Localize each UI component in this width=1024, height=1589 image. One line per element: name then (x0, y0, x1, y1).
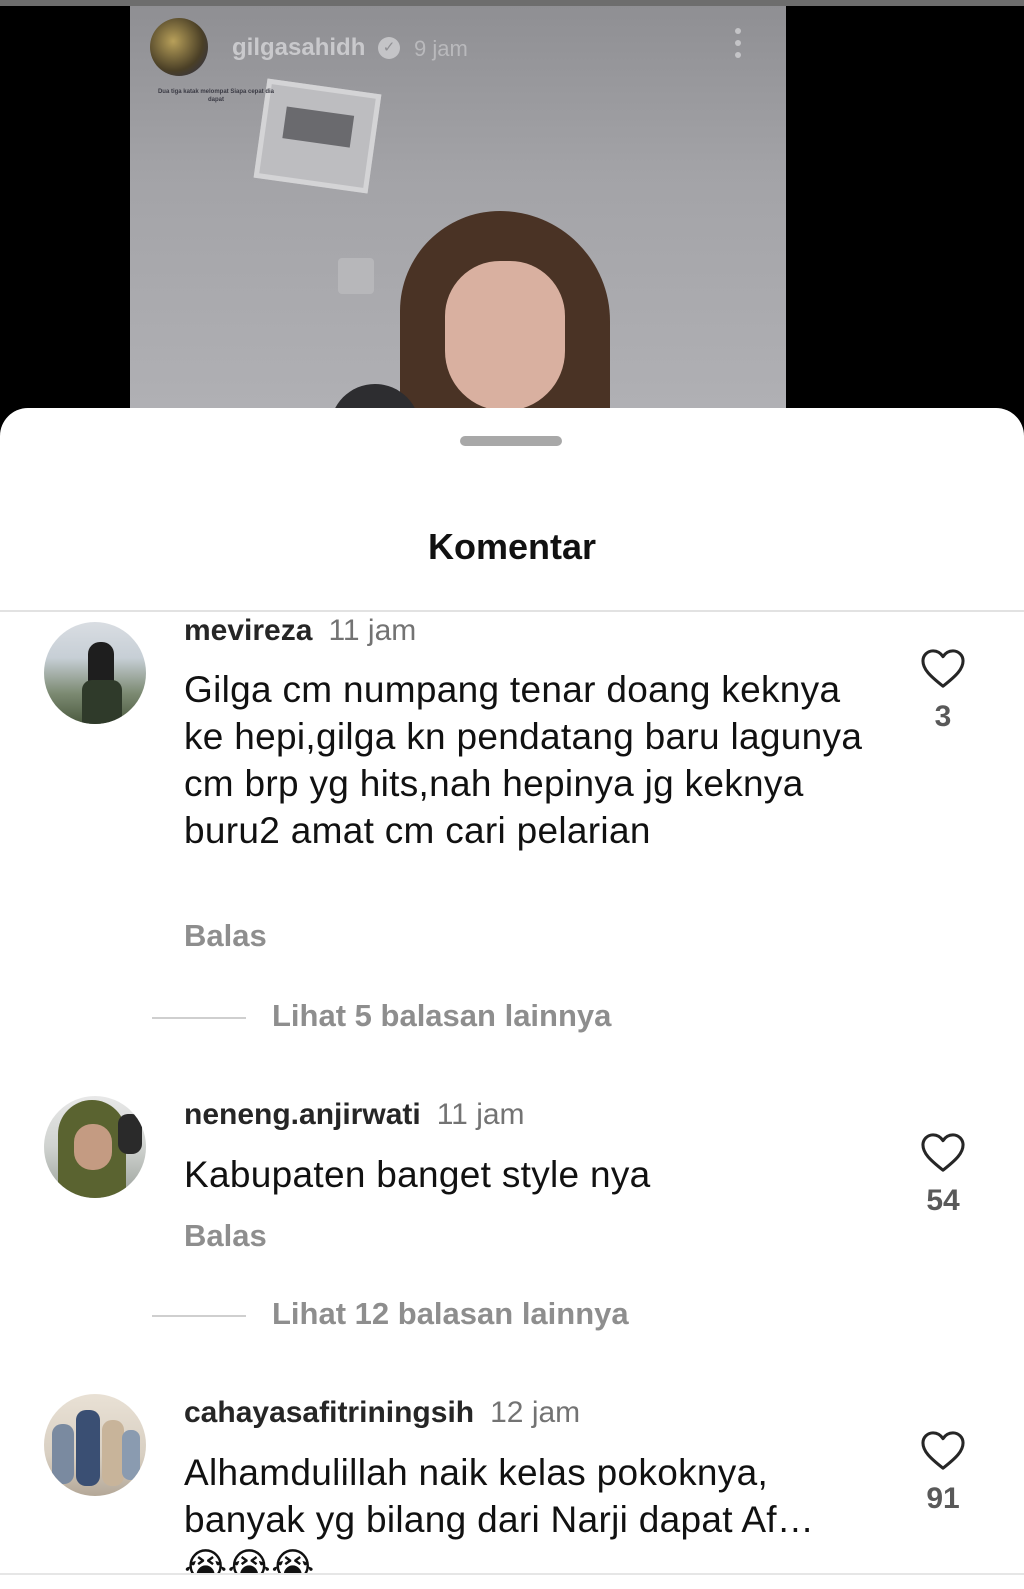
comment-username[interactable]: neneng.anjirwati (184, 1098, 421, 1131)
commenter-avatar[interactable] (44, 622, 146, 724)
commenter-avatar[interactable] (44, 1096, 146, 1198)
story-wall-socket (338, 258, 374, 294)
story-preview[interactable]: gilgasahidh ✓ 9 jam Dua tiga katak melom… (130, 6, 786, 426)
story-person (400, 211, 610, 426)
comment-like[interactable]: 91 (918, 1430, 968, 1516)
sheet-title: Komentar (427, 526, 597, 567)
heart-outline-icon[interactable] (920, 1430, 966, 1472)
more-vertical-icon[interactable] (734, 28, 742, 64)
view-more-replies-label[interactable]: Lihat 12 balasan lainnya (272, 1296, 629, 1331)
screen: gilgasahidh ✓ 9 jam Dua tiga katak melom… (0, 0, 1024, 1589)
comments-sheet: Komentar mevireza 11 jam Gilga cm numpang… (0, 408, 1024, 1589)
heart-outline-icon[interactable] (920, 1132, 966, 1174)
like-count: 3 (934, 700, 952, 733)
comment-username[interactable]: mevireza (184, 614, 312, 647)
comment-list[interactable]: mevireza 11 jam Gilga cm numpang tenar do… (0, 612, 1024, 1582)
story-username[interactable]: gilgasahidh (232, 34, 365, 62)
verified-badge-icon: ✓ (378, 37, 400, 59)
comment-item: mevireza 11 jam Gilga cm numpang tenar do… (0, 612, 1024, 1034)
comment-username[interactable]: cahayasafitriningsih (184, 1396, 474, 1429)
comment-time: 11 jam (328, 614, 417, 647)
view-more-replies[interactable]: Lihat 12 balasan lainnya (152, 1296, 629, 1332)
comment-item: cahayasafitriningsih 12 jam Alhamdulillah… (0, 1394, 1024, 1582)
reply-button[interactable]: Balas (184, 918, 267, 954)
comment-text: Alhamdulillah naik kelas pokoknya, banya… (184, 1452, 815, 1582)
like-count: 54 (926, 1184, 960, 1217)
reply-button[interactable]: Balas (184, 1218, 267, 1254)
like-count: 91 (926, 1482, 960, 1515)
comment-like[interactable]: 54 (918, 1132, 968, 1218)
comment-meta: neneng.anjirwati 11 jam (184, 1098, 525, 1132)
heart-outline-icon[interactable] (920, 648, 966, 690)
replies-line (152, 1016, 246, 1019)
comment-item: neneng.anjirwati 11 jam Kabupaten banget … (0, 1096, 1024, 1336)
comment-time: 11 jam (436, 1098, 525, 1131)
story-avatar[interactable] (150, 18, 208, 76)
sheet-bottom-edge (0, 1573, 1024, 1589)
view-more-replies[interactable]: Lihat 5 balasan lainnya (152, 998, 611, 1034)
comment-meta: mevireza 11 jam (184, 614, 416, 648)
comment-text: Gilga cm numpang tenar doang keknya ke h… (184, 669, 863, 851)
replies-line (152, 1314, 246, 1317)
comment-time: 12 jam (490, 1396, 581, 1429)
sheet-drag-handle[interactable] (460, 436, 562, 446)
story-caption: Dua tiga katak melompat Siapa cepat dia … (157, 89, 275, 103)
view-more-replies-label[interactable]: Lihat 5 balasan lainnya (272, 998, 611, 1033)
comment-text: Kabupaten banget style nya (184, 1154, 651, 1195)
commenter-avatar[interactable] (44, 1394, 146, 1496)
story-wall-frame-inner (282, 106, 355, 148)
story-person-face (445, 261, 565, 411)
comment-like[interactable]: 3 (918, 648, 968, 734)
comment-meta: cahayasafitriningsih 12 jam (184, 1396, 580, 1430)
story-time: 9 jam (414, 36, 468, 61)
